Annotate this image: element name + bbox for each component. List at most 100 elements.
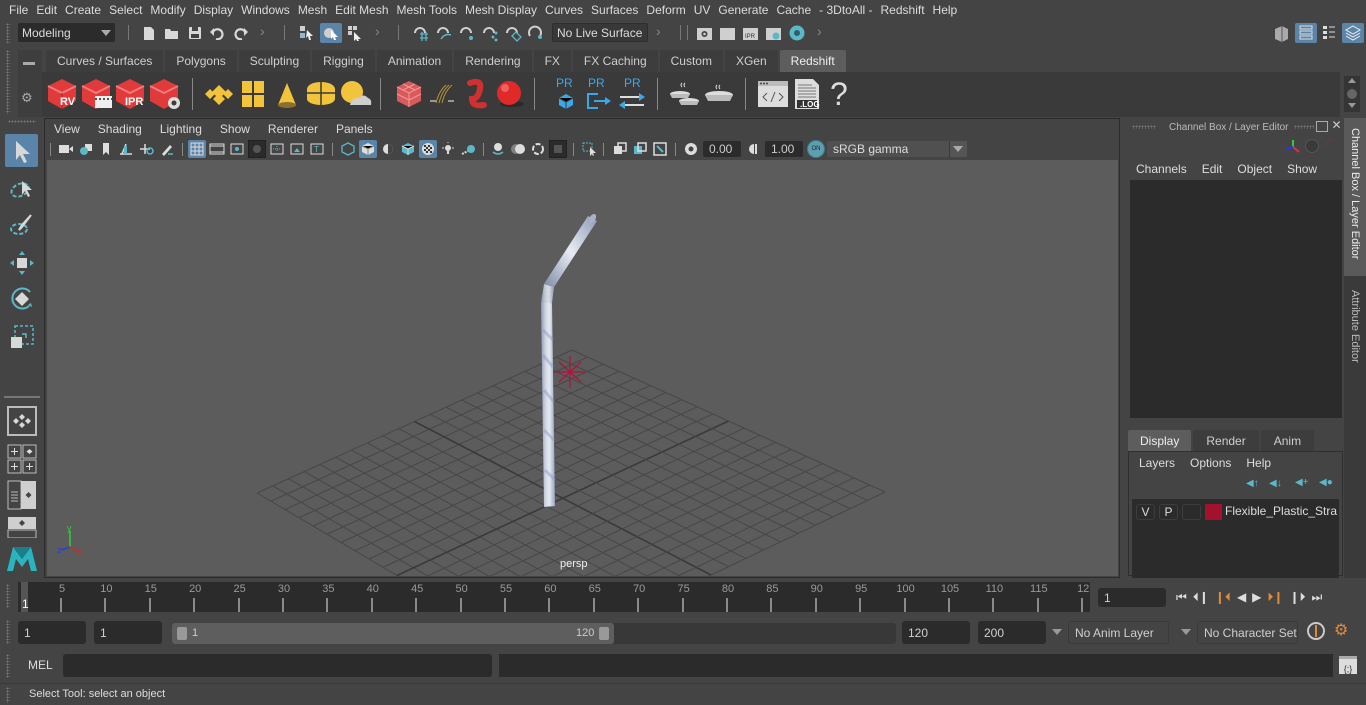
playback-start-field[interactable]: 1: [94, 621, 162, 644]
screen-space-ao-icon[interactable]: [489, 140, 507, 158]
redshift-curve-icon[interactable]: [460, 77, 494, 111]
film-gate-icon[interactable]: [208, 140, 226, 158]
shelf-scroll-thumb[interactable]: [1347, 89, 1357, 99]
default-material-icon[interactable]: [379, 140, 397, 158]
collapse-chevron-icon[interactable]: ›: [817, 23, 822, 39]
redshift-batch-render-icon[interactable]: [80, 77, 114, 111]
camera-icon[interactable]: [57, 140, 75, 158]
safe-title-icon[interactable]: T: [308, 140, 326, 158]
shelf-menu-icon[interactable]: [23, 62, 35, 65]
ipr-render-icon[interactable]: IPR: [742, 24, 760, 42]
menu-edit-mesh[interactable]: Edit Mesh: [326, 3, 388, 17]
menu-cache[interactable]: Cache: [767, 3, 811, 17]
layer-menu-help[interactable]: Help: [1246, 456, 1271, 470]
redshift-proxy-export-icon[interactable]: PR: [582, 76, 616, 111]
redshift-proxy-swap-icon[interactable]: PR: [616, 76, 650, 111]
xray-joints-icon[interactable]: [651, 140, 669, 158]
redshift-bake-multi-icon[interactable]: [668, 77, 702, 111]
scroll-down-icon[interactable]: [1348, 103, 1356, 108]
menu-windows[interactable]: Windows: [232, 3, 290, 17]
undo-icon[interactable]: [208, 24, 226, 42]
shelf-tab-xgen[interactable]: XGen: [724, 50, 778, 72]
time-slider-track[interactable]: 1 5 10 15 20 25 30 35 40 45 50 55 60 65 70 75 80 85 90 95 1…: [18, 582, 1090, 612]
speed-icon[interactable]: [1305, 139, 1319, 153]
render-settings-icon[interactable]: [765, 24, 783, 42]
panel-grip[interactable]: [1294, 125, 1314, 129]
shadows-icon[interactable]: [459, 140, 477, 158]
safe-action-icon[interactable]: [288, 140, 306, 158]
collapse-chevron-icon[interactable]: ›: [375, 23, 380, 39]
wireframe-on-shaded-icon[interactable]: [399, 140, 417, 158]
character-set-chevron-down-icon[interactable]: [1181, 629, 1191, 635]
anti-aliasing-icon[interactable]: [529, 140, 547, 158]
hypershade-icon[interactable]: [788, 24, 806, 42]
menu-select[interactable]: Select: [100, 3, 142, 17]
redshift-help-icon[interactable]: ?: [830, 77, 864, 111]
move-layer-up-icon[interactable]: ◀↑: [1246, 478, 1259, 489]
script-editor-icon[interactable]: {;}: [1339, 656, 1357, 674]
paint-select-tool-icon[interactable]: [5, 208, 38, 241]
menu-create[interactable]: Create: [56, 3, 101, 17]
layer-row[interactable]: V P Flexible_Plastic_Straw_: [1132, 503, 1339, 521]
go-to-start-icon[interactable]: ⏮: [1176, 590, 1187, 605]
step-back-frame-icon[interactable]: ⏴❙: [1193, 590, 1209, 605]
status-line-grip[interactable]: [6, 23, 10, 43]
snap-point-icon[interactable]: [458, 24, 476, 42]
play-forwards-icon[interactable]: ▶: [1252, 590, 1261, 604]
menu-generate[interactable]: Generate: [709, 3, 768, 17]
select-tool-icon[interactable]: [5, 134, 38, 167]
menu-file[interactable]: File: [0, 3, 28, 17]
four-view-layout-icon[interactable]: [7, 444, 37, 474]
menu-redshift[interactable]: Redshift: [872, 3, 925, 17]
menu-surfaces[interactable]: Surfaces: [582, 3, 638, 17]
open-scene-icon[interactable]: [163, 24, 181, 42]
current-frame-field[interactable]: 1: [1098, 588, 1166, 607]
select-by-component-icon[interactable]: [346, 24, 364, 42]
snap-curve-icon[interactable]: [435, 24, 453, 42]
redshift-log-icon[interactable]: .LOG: [790, 77, 824, 111]
gamma-field[interactable]: 1.00: [765, 141, 803, 157]
camera-attributes-icon[interactable]: [78, 140, 96, 158]
animation-preferences-icon[interactable]: ⚙: [1334, 620, 1348, 640]
layer-color-swatch[interactable]: [1205, 504, 1222, 520]
collapse-chevron-icon[interactable]: ›: [656, 23, 661, 39]
step-forward-frame-icon[interactable]: ❙⏵: [1289, 590, 1305, 605]
layer-menu-layers[interactable]: Layers: [1139, 456, 1175, 470]
make-live-icon[interactable]: [527, 24, 545, 42]
shelf-settings-gear-icon[interactable]: ⚙: [21, 90, 33, 106]
move-layer-down-icon[interactable]: ◀↓: [1269, 478, 1282, 489]
viewport-menu-lighting[interactable]: Lighting: [151, 122, 211, 136]
bookmark-icon[interactable]: [97, 140, 115, 158]
redshift-sphere-icon[interactable]: [492, 77, 526, 111]
exposure-field[interactable]: 0.00: [703, 141, 741, 157]
scene-canvas[interactable]: y x z: [47, 160, 1118, 576]
viewport-menu-view[interactable]: View: [45, 122, 89, 136]
menu-display[interactable]: Display: [185, 3, 233, 17]
play-backwards-icon[interactable]: ◀: [1237, 590, 1246, 604]
redshift-portal-light-icon[interactable]: [236, 77, 270, 111]
help-line-grip[interactable]: [6, 687, 10, 703]
scene-start-field[interactable]: 1: [18, 621, 86, 644]
2d-pan-zoom-icon[interactable]: [138, 140, 156, 158]
menu-uv[interactable]: UV: [685, 3, 711, 17]
menu-3dtoall[interactable]: - 3DtoAll -: [810, 3, 872, 17]
wireframe-icon[interactable]: [339, 140, 357, 158]
viewport-menu-renderer[interactable]: Renderer: [259, 122, 327, 136]
anim-layer-dropdown[interactable]: No Anim Layer: [1068, 621, 1169, 644]
save-scene-icon[interactable]: [186, 24, 204, 42]
shelf-tab-custom[interactable]: Custom: [659, 50, 723, 72]
render-view-icon[interactable]: [696, 24, 714, 42]
redshift-proxy-create-icon[interactable]: PR: [550, 76, 584, 111]
single-perspective-layout-icon[interactable]: [7, 406, 37, 436]
channel-box-menu-edit[interactable]: Edit: [1202, 162, 1223, 176]
layer-menu-options[interactable]: Options: [1190, 456, 1231, 470]
viewport-menu-shading[interactable]: Shading: [89, 122, 151, 136]
range-slider-grip[interactable]: [6, 620, 10, 644]
field-chart-icon[interactable]: [268, 140, 286, 158]
use-all-lights-icon[interactable]: [439, 140, 457, 158]
layer-display-type-toggle[interactable]: [1182, 504, 1201, 520]
shelf-tab-polygons[interactable]: Polygons: [165, 50, 237, 72]
scale-tool-icon[interactable]: [5, 320, 38, 353]
step-back-key-icon[interactable]: ❙⏴: [1215, 590, 1231, 605]
range-start-handle[interactable]: [177, 627, 187, 640]
